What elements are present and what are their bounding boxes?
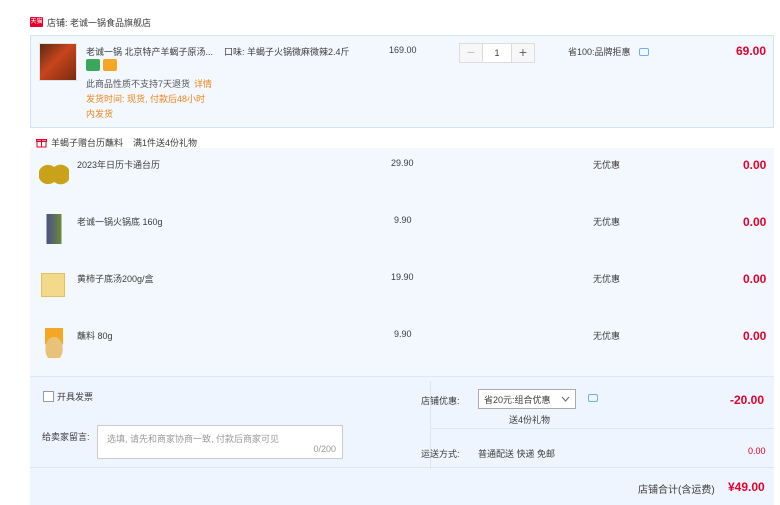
gift-thumbnail[interactable] <box>39 328 69 358</box>
message-counter: 0/200 <box>313 444 336 454</box>
gift-name[interactable]: 2023年日历卡通台历 <box>77 158 160 171</box>
shop-name[interactable]: 店铺: 老诚一锅食品旗舰店 <box>47 16 151 29</box>
seller-message-field[interactable]: 选填, 请先和商家协商一致, 付款后商家可见 0/200 <box>97 425 343 459</box>
invoice-option[interactable]: 开具发票 <box>43 390 93 403</box>
detail-link[interactable]: 详情 <box>194 77 212 90</box>
shop-discount-sub: 送4份礼物 <box>509 415 551 425</box>
gift-name[interactable]: 蘸料 80g <box>77 329 113 342</box>
invoice-label: 开具发票 <box>57 392 94 402</box>
shop-discount-select[interactable]: 省20元:组合优惠 <box>478 389 576 409</box>
increase-button[interactable]: + <box>512 44 534 62</box>
gift-row: 2023年日历卡通台历 29.90 无优惠 0.00 <box>30 148 774 205</box>
shipping-cost: 0.00 <box>748 446 766 456</box>
shop-discount-label: 店铺优惠: <box>421 396 460 406</box>
shop-discount-value: -20.00 <box>730 393 765 407</box>
gift-list: 2023年日历卡通台历 29.90 无优惠 0.00 老诚一锅火锅底 160g … <box>30 148 774 376</box>
gift-icon <box>36 139 47 148</box>
gift-promo: 无优惠 <box>593 160 621 170</box>
gift-row: 蘸料 80g 9.90 无优惠 0.00 <box>30 319 774 376</box>
shop-header: 天猫 店铺: 老诚一锅食品旗舰店 <box>30 13 151 31</box>
gift-row: 老诚一锅火锅底 160g 9.90 无优惠 0.00 <box>30 205 774 262</box>
gift-price: 9.90 <box>394 215 412 225</box>
service-icon <box>86 59 100 71</box>
invoice-checkbox[interactable] <box>43 391 54 402</box>
shipping-label: 运送方式: <box>421 449 460 459</box>
product-title[interactable]: 老诚一锅 北京特产羊蝎子原汤... <box>86 45 213 58</box>
gift-promo: 无优惠 <box>593 331 621 341</box>
gift-thumbnail[interactable] <box>39 158 69 188</box>
product-attr: 口味: 羊蝎子火锅微麻微辣2.4斤 <box>224 47 350 57</box>
decrease-button[interactable]: − <box>460 44 482 62</box>
gift-thumbnail[interactable] <box>39 214 69 244</box>
unit-price: 169.00 <box>389 45 417 55</box>
gift-thumbnail[interactable] <box>41 273 65 297</box>
card-icon <box>103 59 117 71</box>
gift-total: 0.00 <box>743 158 767 172</box>
quantity-stepper: − 1 + <box>459 43 535 63</box>
gift-promo: 无优惠 <box>593 217 621 227</box>
ship-time-line1: 发货时间: 现货, 付款后48小时 <box>86 94 206 104</box>
message-placeholder: 选填, 请先和商家协商一致, 付款后商家可见 <box>107 434 280 444</box>
tmall-badge-icon: 天猫 <box>30 17 43 27</box>
gift-total: 0.00 <box>743 329 767 343</box>
message-label: 给卖家留言: <box>42 432 90 442</box>
divider <box>30 467 774 468</box>
store-total-label: 店铺合计(含运费) <box>638 485 715 496</box>
gift-name[interactable]: 老诚一锅火锅底 160g <box>77 215 163 228</box>
shipping-method: 普通配送 快递 免邮 <box>478 449 556 459</box>
quantity-input[interactable]: 1 <box>482 44 512 62</box>
gift-price: 9.90 <box>394 329 412 339</box>
order-options-panel: 开具发票 给卖家留言: 选填, 请先和商家协商一致, 付款后商家可见 0/200… <box>30 376 774 505</box>
discount-info-icon[interactable] <box>588 394 598 402</box>
return-policy-note: 此商品性质不支持7天退货 <box>86 79 191 89</box>
chevron-down-icon <box>561 396 570 402</box>
item-total: 69.00 <box>736 44 767 58</box>
item-promo: 省100:品牌拒惠 <box>568 47 631 57</box>
product-thumbnail[interactable] <box>39 43 77 81</box>
store-total-value: ¥49.00 <box>728 480 765 494</box>
promo-info-icon[interactable] <box>639 48 649 56</box>
gift-price: 19.90 <box>391 272 414 282</box>
gift-price: 29.90 <box>391 158 414 168</box>
shop-discount-selected: 省20元:组合优惠 <box>484 394 551 405</box>
gift-promo: 无优惠 <box>593 274 621 284</box>
gift-total: 0.00 <box>743 272 767 286</box>
gift-total: 0.00 <box>743 215 767 229</box>
gift-name[interactable]: 黄柿子底汤200g/盒 <box>77 272 154 285</box>
gift-row: 黄柿子底汤200g/盒 19.90 无优惠 0.00 <box>30 262 774 319</box>
main-item-row: 老诚一锅 北京特产羊蝎子原汤... 口味: 羊蝎子火锅微麻微辣2.4斤 此商品性… <box>30 35 774 128</box>
divider <box>430 428 774 429</box>
ship-time-line2: 内发货 <box>86 109 114 119</box>
